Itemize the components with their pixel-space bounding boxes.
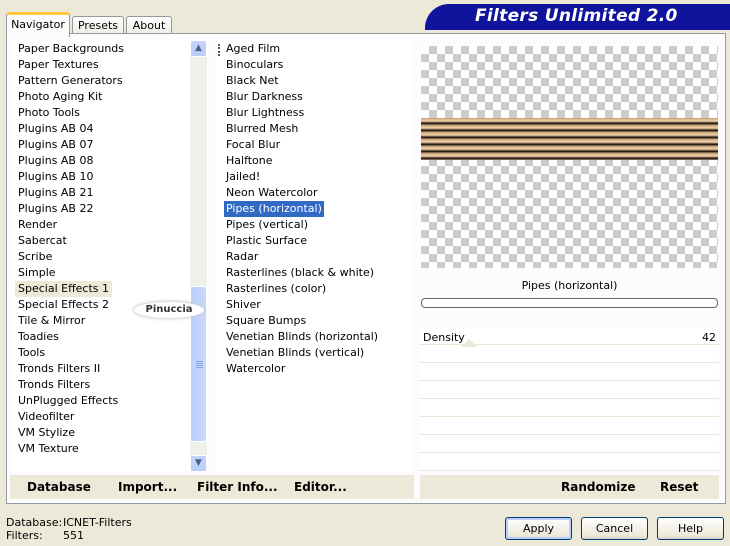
category-item[interactable]: Special Effects 1 <box>15 281 113 297</box>
parameter-row <box>419 364 719 381</box>
import-button[interactable]: Import... <box>118 478 177 496</box>
filter-item[interactable]: Venetian Blinds (vertical) <box>226 345 364 361</box>
category-item[interactable]: Plugins AB 08 <box>18 153 93 169</box>
filter-item[interactable]: Plastic Surface <box>226 233 307 249</box>
database-value: ICNET-Filters <box>63 516 132 529</box>
category-item[interactable]: Photo Aging Kit <box>18 89 102 105</box>
watermark-logo: Pinuccia <box>134 302 204 318</box>
scroll-down-button[interactable]: ▼ <box>190 455 207 472</box>
category-item[interactable]: Tronds Filters II <box>18 361 100 377</box>
category-item[interactable]: Tronds Filters <box>18 377 90 393</box>
filter-list[interactable]: Aged Film Binoculars Black Net Blur Darknes… <box>215 40 413 472</box>
category-item[interactable]: Tools <box>18 345 45 361</box>
category-item[interactable]: Sabercat <box>18 233 67 249</box>
category-item[interactable]: Plugins AB 10 <box>18 169 93 185</box>
progress-bar <box>421 298 718 308</box>
category-list[interactable]: Paper Backgrounds Paper Textures Pattern G… <box>12 40 208 472</box>
category-item[interactable]: Special Effects 2 <box>18 297 109 313</box>
apply-button[interactable]: Apply <box>505 517 572 540</box>
category-item[interactable]: Simple <box>18 265 56 281</box>
category-item[interactable]: VM Stylize <box>18 425 75 441</box>
category-item[interactable]: Photo Tools <box>18 105 80 121</box>
filter-item[interactable]: Pipes (horizontal) <box>223 200 325 218</box>
category-item[interactable]: Tile & Mirror <box>18 313 85 329</box>
category-item[interactable]: Render <box>18 217 57 233</box>
category-item[interactable]: Plugins AB 21 <box>18 185 93 201</box>
category-item[interactable]: Pattern Generators <box>18 73 123 89</box>
filter-item[interactable]: Square Bumps <box>226 313 306 329</box>
category-item[interactable]: UnPlugged Effects <box>18 393 118 409</box>
filter-info-button[interactable]: Filter Info... <box>197 478 278 496</box>
filter-item[interactable]: Neon Watercolor <box>226 185 318 201</box>
parameter-row <box>419 382 719 399</box>
help-button[interactable]: Help <box>657 517 724 540</box>
preview-pipes-image <box>421 118 718 160</box>
parameter-row <box>419 436 719 453</box>
scroll-up-button[interactable]: ▲ <box>190 40 207 57</box>
filter-item[interactable]: Blur Darkness <box>226 89 303 105</box>
database-label: Database: <box>6 516 63 529</box>
editor-button[interactable]: Editor... <box>294 478 347 496</box>
filter-item[interactable]: Venetian Blinds (horizontal) <box>226 329 378 345</box>
parameter-row <box>419 418 719 435</box>
filter-item[interactable]: Pipes (vertical) <box>226 217 308 233</box>
parameter-row <box>419 346 719 363</box>
filters-value: 551 <box>63 529 84 542</box>
parameter-row <box>419 400 719 417</box>
filter-item[interactable]: Halftone <box>226 153 273 169</box>
parameter-panel <box>419 328 719 471</box>
banner-underline <box>425 28 730 30</box>
filter-item[interactable]: Jailed! <box>226 169 260 185</box>
randomize-button[interactable]: Randomize <box>561 478 635 496</box>
category-item[interactable]: Scribe <box>18 249 52 265</box>
filter-item[interactable]: Blurred Mesh <box>226 121 298 137</box>
filter-item[interactable]: Black Net <box>226 73 279 89</box>
list-marker-icon <box>218 44 222 56</box>
filter-item[interactable]: Radar <box>226 249 258 265</box>
cancel-button[interactable]: Cancel <box>581 517 648 540</box>
category-item[interactable]: VM Texture <box>18 441 79 457</box>
database-button[interactable]: Database <box>27 478 91 496</box>
filter-item[interactable]: Binoculars <box>226 57 283 73</box>
density-value: 42 <box>702 331 716 344</box>
filter-item[interactable]: Blur Lightness <box>226 105 304 121</box>
app-title-banner: Filters Unlimited 2.0 <box>425 4 730 28</box>
filter-item[interactable]: Shiver <box>226 297 261 313</box>
category-item[interactable]: Paper Backgrounds <box>18 41 124 57</box>
preview-filter-name: Pipes (horizontal) <box>521 279 618 292</box>
category-item[interactable]: Plugins AB 22 <box>18 201 93 217</box>
filter-item[interactable]: Watercolor <box>226 361 285 377</box>
category-item[interactable]: Toadies <box>18 329 59 345</box>
category-item[interactable]: Videofilter <box>18 409 74 425</box>
category-item[interactable]: Plugins AB 04 <box>18 121 93 137</box>
density-slider-handle[interactable] <box>461 339 477 347</box>
tab-navigator[interactable]: Navigator <box>6 12 70 37</box>
reset-button[interactable]: Reset <box>660 478 698 496</box>
category-item[interactable]: Paper Textures <box>18 57 99 73</box>
category-item[interactable]: Plugins AB 07 <box>18 137 93 153</box>
filter-item[interactable]: Rasterlines (black & white) <box>226 265 374 281</box>
filter-item[interactable]: Rasterlines (color) <box>226 281 326 297</box>
filters-label: Filters: <box>6 529 43 542</box>
category-scrollbar[interactable]: ▲ ▼ <box>190 40 207 472</box>
density-label: Density <box>423 331 465 344</box>
filter-item[interactable]: Aged Film <box>226 41 280 57</box>
parameter-row <box>419 454 719 471</box>
filter-item[interactable]: Focal Blur <box>226 137 280 153</box>
